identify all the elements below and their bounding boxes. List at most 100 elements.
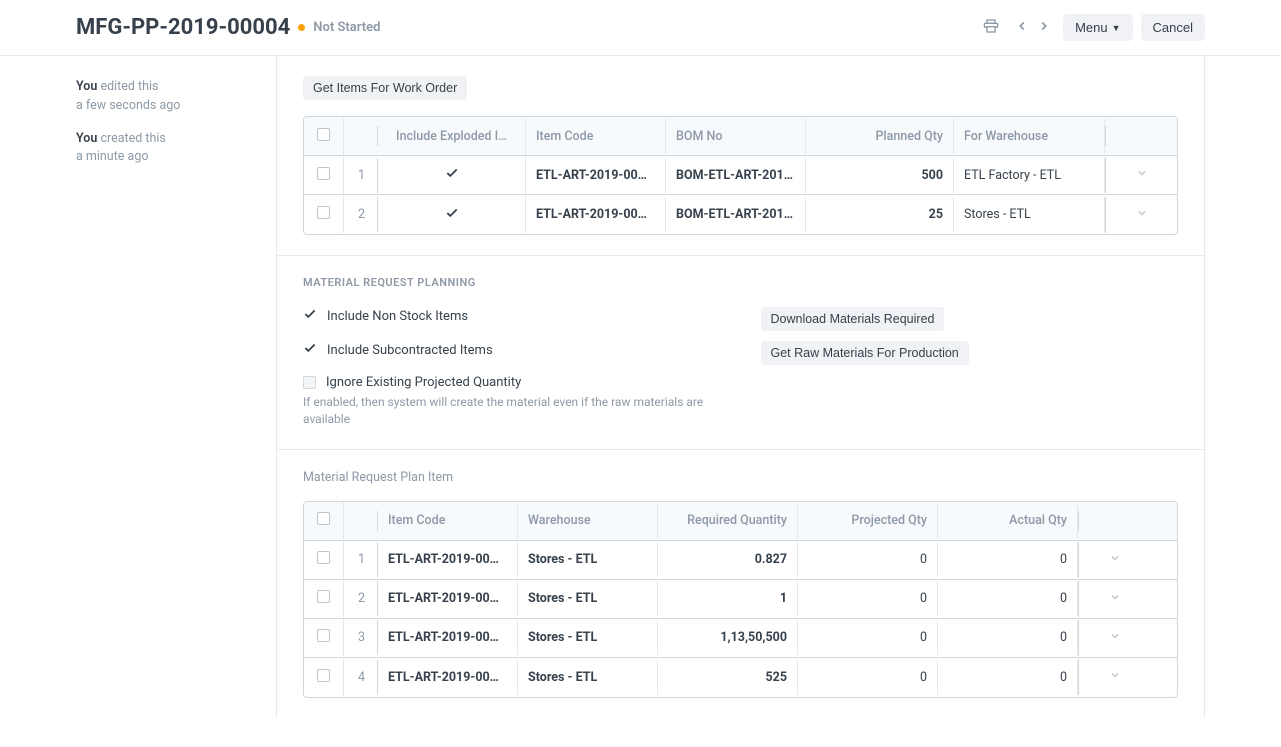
- row-index: 1: [344, 542, 378, 577]
- col-planned-qty[interactable]: Planned Qty: [806, 119, 954, 154]
- check-icon: [445, 169, 459, 184]
- item-code-cell: ETL-ART-2019-00…: [378, 660, 518, 695]
- actual-qty-cell: 0: [938, 620, 1078, 655]
- projected-qty-cell: 0: [798, 542, 938, 577]
- timeline-when: a minute ago: [76, 148, 266, 167]
- table-row[interactable]: 1 ETL-ART-2019-00… Stores - ETL 0.827 0 …: [304, 541, 1177, 580]
- row-checkbox[interactable]: [304, 196, 344, 233]
- unchecked-box-icon: [303, 376, 316, 389]
- include-subcontracted-label: Include Subcontracted Items: [327, 343, 493, 358]
- warehouse-cell: Stores - ETL: [518, 581, 658, 616]
- row-index: 4: [344, 660, 378, 695]
- include-subcontracted-checkbox[interactable]: Include Subcontracted Items: [303, 341, 721, 359]
- ignore-projected-label: Ignore Existing Projected Quantity: [326, 375, 521, 390]
- warehouse-cell: ETL Factory - ETL: [954, 158, 1105, 193]
- col-bom-no[interactable]: BOM No: [666, 119, 806, 154]
- ignore-projected-checkbox[interactable]: Ignore Existing Projected Quantity: [303, 375, 721, 390]
- page-title-group: MFG-PP-2019-00004 Not Started: [76, 15, 380, 40]
- cancel-button-label: Cancel: [1153, 20, 1193, 35]
- projected-qty-cell: 0: [798, 620, 938, 655]
- item-code-cell: ETL-ART-2019-00…: [378, 581, 518, 616]
- next-icon[interactable]: [1033, 15, 1055, 40]
- row-index: 2: [344, 581, 378, 616]
- check-icon: [303, 307, 317, 325]
- required-qty-cell: 1,13,50,500: [658, 620, 798, 655]
- table-row[interactable]: 2 ETL-ART-2019-00… Stores - ETL 1 0 0: [304, 580, 1177, 619]
- status-text: Not Started: [313, 20, 380, 35]
- col-include-exploded[interactable]: Include Exploded I…: [378, 119, 526, 154]
- col-item-code[interactable]: Item Code: [526, 119, 666, 154]
- actual-qty-cell: 0: [938, 660, 1078, 695]
- actual-qty-cell: 0: [938, 542, 1078, 577]
- table-row[interactable]: 3 ETL-ART-2019-00… Stores - ETL 1,13,50,…: [304, 619, 1177, 658]
- row-checkbox[interactable]: [304, 659, 344, 696]
- bom-no-cell: BOM-ETL-ART-201…: [666, 197, 806, 232]
- warehouse-cell: Stores - ETL: [518, 660, 658, 695]
- timeline-who: You: [76, 131, 97, 146]
- row-index: 1: [344, 158, 378, 193]
- col-required-qty[interactable]: Required Quantity: [658, 503, 798, 538]
- row-menu-button[interactable]: [1105, 197, 1177, 233]
- timeline-entry: You edited this a few seconds ago: [76, 78, 266, 116]
- page-title: MFG-PP-2019-00004: [76, 15, 290, 40]
- item-code-cell: ETL-ART-2019-00…: [378, 620, 518, 655]
- grid-header-row: Item Code Warehouse Required Quantity Pr…: [304, 502, 1177, 541]
- table-row[interactable]: 2 ETL-ART-2019-00… BOM-ETL-ART-201… 25 S…: [304, 195, 1177, 234]
- select-all-checkbox[interactable]: [304, 502, 344, 539]
- include-non-stock-checkbox[interactable]: Include Non Stock Items: [303, 307, 721, 325]
- grid-header-row: Include Exploded I… Item Code BOM No Pla…: [304, 117, 1177, 156]
- page-actions: Menu ▼ Cancel: [979, 14, 1205, 41]
- item-code-cell: ETL-ART-2019-00…: [526, 158, 666, 193]
- row-index: 3: [344, 620, 378, 655]
- item-code-cell: ETL-ART-2019-00…: [378, 542, 518, 577]
- get-items-work-order-button[interactable]: Get Items For Work Order: [303, 76, 467, 100]
- timeline-when: a few seconds ago: [76, 97, 266, 116]
- col-projected-qty[interactable]: Projected Qty: [798, 503, 938, 538]
- mr-plan-grid: Item Code Warehouse Required Quantity Pr…: [303, 501, 1178, 698]
- row-checkbox[interactable]: [304, 157, 344, 194]
- row-menu-button[interactable]: [1105, 157, 1177, 193]
- include-exploded-cell: [378, 156, 526, 194]
- col-for-warehouse[interactable]: For Warehouse: [954, 119, 1105, 154]
- item-code-cell: ETL-ART-2019-00…: [526, 197, 666, 232]
- table-row[interactable]: 1 ETL-ART-2019-00… BOM-ETL-ART-201… 500 …: [304, 156, 1177, 195]
- table-row[interactable]: 4 ETL-ART-2019-00… Stores - ETL 525 0 0: [304, 658, 1177, 697]
- get-raw-materials-button[interactable]: Get Raw Materials For Production: [761, 341, 969, 365]
- ignore-projected-help: If enabled, then system will create the …: [303, 394, 721, 429]
- check-icon: [445, 209, 459, 224]
- sidebar: You edited this a few seconds ago You cr…: [76, 56, 276, 718]
- main-form: Get Items For Work Order Include Explode…: [276, 56, 1205, 718]
- print-icon[interactable]: [979, 14, 1003, 41]
- bom-no-cell: BOM-ETL-ART-201…: [666, 158, 806, 193]
- timeline-who: You: [76, 79, 97, 94]
- prev-icon[interactable]: [1011, 15, 1033, 40]
- work-order-section: Get Items For Work Order Include Explode…: [277, 56, 1204, 256]
- status-dot-icon: [298, 24, 305, 31]
- mrp-section: MATERIAL REQUEST PLANNING Include Non St…: [277, 256, 1204, 450]
- row-menu-button[interactable]: [1078, 620, 1150, 656]
- menu-button-label: Menu: [1075, 20, 1108, 35]
- projected-qty-cell: 0: [798, 660, 938, 695]
- download-materials-button[interactable]: Download Materials Required: [761, 307, 945, 331]
- mr-plan-heading: Material Request Plan Item: [303, 470, 1178, 485]
- warehouse-cell: Stores - ETL: [518, 542, 658, 577]
- timeline-action: created this: [100, 131, 165, 146]
- cancel-button[interactable]: Cancel: [1141, 14, 1205, 41]
- menu-button[interactable]: Menu ▼: [1063, 14, 1132, 41]
- row-checkbox[interactable]: [304, 619, 344, 656]
- planned-qty-cell: 500: [806, 158, 954, 193]
- required-qty-cell: 1: [658, 581, 798, 616]
- col-index: [344, 511, 378, 531]
- timeline-entry: You created this a minute ago: [76, 130, 266, 168]
- row-menu-button[interactable]: [1078, 542, 1150, 578]
- select-all-checkbox[interactable]: [304, 118, 344, 155]
- row-checkbox[interactable]: [304, 541, 344, 578]
- col-warehouse[interactable]: Warehouse: [518, 503, 658, 538]
- col-item-code[interactable]: Item Code: [378, 503, 518, 538]
- required-qty-cell: 525: [658, 660, 798, 695]
- actual-qty-cell: 0: [938, 581, 1078, 616]
- row-menu-button[interactable]: [1078, 659, 1150, 695]
- row-checkbox[interactable]: [304, 580, 344, 617]
- col-actual-qty[interactable]: Actual Qty: [938, 503, 1078, 538]
- row-menu-button[interactable]: [1078, 581, 1150, 617]
